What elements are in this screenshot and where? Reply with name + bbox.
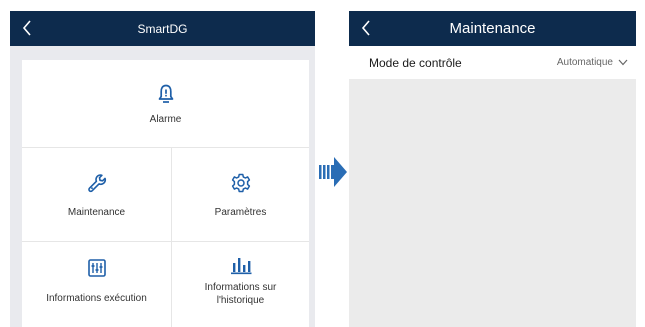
maintenance-screen: Maintenance Mode de contrôle Automatique [349,11,636,327]
menu-item-informations-execution[interactable]: Informations exécution [22,242,172,327]
menu-item-label: Informations exécution [46,293,147,304]
bell-alert-icon [157,83,175,105]
menu-item-informations-historique[interactable]: Informations sur l'historique [172,242,309,327]
back-button[interactable] [18,18,36,38]
control-mode-row[interactable]: Mode de contrôle Automatique [349,46,636,79]
control-mode-value: Automatique [556,57,613,68]
menu-grid: Alarme Maintenance Paramètres Informatio… [22,60,309,327]
bar-chart-icon [230,255,252,275]
page-title: SmartDG [137,21,188,36]
wrench-icon [86,172,108,194]
top-bar: Maintenance [349,11,636,46]
arrow-right-icon [319,154,349,190]
page-title: Maintenance [449,20,536,37]
menu-item-parametres[interactable]: Paramètres [172,148,309,242]
menu-item-alarme[interactable]: Alarme [22,60,309,148]
menu-item-label: Paramètres [214,207,267,218]
sliders-icon [87,258,107,278]
chevron-down-icon [618,59,628,66]
menu-item-label: Alarme [149,114,182,125]
chevron-left-icon [22,20,31,36]
gear-icon [230,172,252,194]
top-bar: SmartDG [10,11,315,46]
control-mode-label: Mode de contrôle [369,55,462,70]
menu-item-label: Informations sur l'historique [204,282,277,306]
smartdg-screen: SmartDG Alarme Maintenance Paramètres In… [10,11,315,327]
menu-item-label: Maintenance [67,207,126,218]
chevron-left-icon [361,20,370,36]
menu-item-maintenance[interactable]: Maintenance [22,148,172,242]
back-button[interactable] [357,18,375,38]
control-mode-select[interactable]: Automatique [557,57,628,68]
